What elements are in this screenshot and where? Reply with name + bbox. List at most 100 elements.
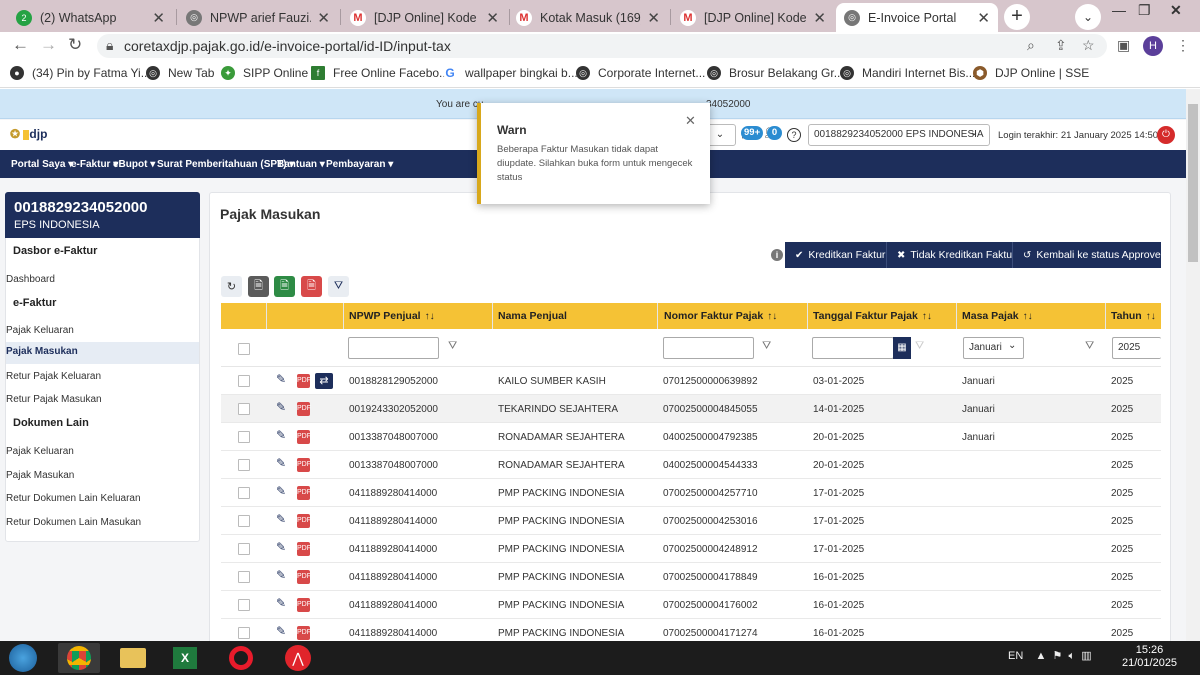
row-checkbox[interactable] (238, 487, 250, 499)
sidebar-item-retur-pajak-masukan[interactable]: Retur Pajak Masukan (6, 391, 199, 408)
sidebar-item-retur-dok-masukan[interactable]: Retur Dokumen Lain Masukan (6, 514, 199, 531)
tahun-filter-input[interactable]: 2025 (1112, 337, 1161, 359)
info-icon[interactable]: i (771, 249, 783, 261)
row-checkbox[interactable] (238, 599, 250, 611)
close-icon[interactable]: ✕ (152, 9, 165, 27)
clear-filter-icon[interactable]: ⛛ (328, 276, 349, 297)
kembali-approved-button[interactable]: ↺ Kembali ke status Approved (1012, 242, 1167, 268)
language-indicator[interactable]: EN (1008, 650, 1023, 662)
sidebar-item-retur-dok-keluaran[interactable]: Retur Dokumen Lain Keluaran (6, 490, 199, 507)
sort-icon[interactable]: ↑↓ (767, 311, 777, 322)
taskbar-app[interactable]: ⋀ (280, 643, 316, 673)
excel-export-icon[interactable]: 🗎︎ (274, 276, 295, 297)
select-all-checkbox[interactable] (238, 343, 250, 355)
nomor-filter-input[interactable] (663, 337, 754, 359)
nav-ebupot[interactable]: eBupot ▾ (113, 159, 155, 170)
column-header-tahun[interactable]: Tahun ↑↓ (1111, 310, 1156, 322)
document-icon[interactable]: 🗎︎ (248, 276, 269, 297)
column-header-npwp[interactable]: NPWP Penjual ↑↓ (349, 310, 435, 322)
sort-icon[interactable]: ↑↓ (1023, 311, 1033, 322)
nav-bantuan[interactable]: Bantuan ▾ (277, 159, 325, 170)
forward-arrow-icon[interactable]: → (40, 35, 57, 55)
filter-icon[interactable]: ⛛ (915, 340, 924, 353)
tab-e-invoice-portal[interactable]: ◎ E-Invoice Portal ✕ (836, 3, 998, 32)
row-checkbox[interactable] (238, 627, 250, 639)
edit-pencil-icon[interactable]: ✎ (276, 400, 286, 414)
tab-npwp-pdf[interactable]: ◎ NPWP arief Fauzi.pdf ✕ (178, 3, 338, 32)
sidebar-item-dashboard[interactable]: Dashboard (6, 271, 199, 288)
restore-icon[interactable]: ❐ (1138, 2, 1151, 19)
logout-icon[interactable]: ⏻ (1157, 126, 1175, 144)
minimize-icon[interactable]: — (1112, 2, 1126, 18)
pdf-icon[interactable]: PDF (297, 402, 311, 416)
row-checkbox[interactable] (238, 571, 250, 583)
tab-kotak-masuk[interactable]: M Kotak Masuk (169) - hel ✕ (508, 3, 668, 32)
npwp-filter-input[interactable] (348, 337, 439, 359)
bookmark-item[interactable]: ◎ New Tab (146, 66, 214, 80)
notification-badge-secondary[interactable]: 0 (767, 126, 782, 140)
column-header-tanggal[interactable]: Tanggal Faktur Pajak ↑↓ (813, 310, 932, 322)
row-checkbox[interactable] (238, 403, 250, 415)
pdf-icon[interactable]: PDF (297, 374, 311, 388)
edit-pencil-icon[interactable]: ✎ (276, 428, 286, 442)
pdf-icon[interactable]: PDF (297, 570, 311, 584)
pdf-icon[interactable]: PDF (297, 542, 311, 556)
chevron-down-icon[interactable]: ⌄ (1008, 340, 1016, 351)
nav-pembayaran[interactable]: Pembayaran ▾ (326, 159, 393, 170)
filter-icon[interactable]: ⛛ (448, 340, 457, 353)
start-button[interactable] (4, 643, 42, 673)
back-arrow-icon[interactable]: ← (12, 35, 29, 55)
close-icon[interactable]: ✕ (317, 9, 330, 27)
reload-icon[interactable]: ↻ (68, 35, 82, 55)
nav-e-faktur[interactable]: e-Faktur ▾ (71, 159, 118, 170)
bookmark-item[interactable]: ◎ Mandiri Internet Bis... (840, 66, 975, 80)
volume-icon[interactable]: 🔈︎ (1069, 650, 1076, 662)
sidebar-item-retur-pajak-keluaran[interactable]: Retur Pajak Keluaran (6, 368, 199, 385)
bookmark-item[interactable]: Gwallpaper bingkai b... (443, 66, 578, 80)
sort-icon[interactable]: ↑↓ (922, 311, 932, 322)
tidak-kreditkan-faktur-button[interactable]: ✖ Tidak Kreditkan Faktur (886, 242, 1016, 268)
column-header-nomor[interactable]: Nomor Faktur Pajak ↑↓ (664, 310, 777, 322)
nav-spt[interactable]: Surat Pemberitahuan (SPT) ▾ (157, 159, 294, 170)
new-tab-button[interactable]: + (1004, 4, 1030, 30)
calendar-icon[interactable]: ▦ (893, 337, 911, 359)
chevron-down-icon[interactable]: ⌄ (970, 127, 978, 138)
network-icon[interactable]: ▥ (1081, 650, 1091, 662)
swap-icon[interactable]: ⇄ (315, 373, 333, 389)
row-checkbox[interactable] (238, 459, 250, 471)
edit-pencil-icon[interactable]: ✎ (276, 540, 286, 554)
edit-pencil-icon[interactable]: ✎ (276, 568, 286, 582)
close-icon[interactable]: ✕ (977, 9, 990, 27)
taskbar-opera[interactable] (223, 643, 259, 673)
window-close-icon[interactable]: ✕ (1170, 2, 1182, 19)
bookmark-item[interactable]: ⬢ DJP Online | SSE (973, 66, 1089, 80)
row-checkbox[interactable] (238, 515, 250, 527)
account-select[interactable]: 0018829234052000 EPS INDONESIA (808, 124, 990, 146)
bookmark-item[interactable]: f Free Online Facebo... (311, 66, 449, 80)
close-icon[interactable]: ✕ (486, 9, 499, 27)
profile-avatar[interactable]: H (1143, 36, 1163, 56)
bookmark-item[interactable]: ◎ Corporate Internet... (576, 66, 705, 80)
bookmark-item[interactable]: ✦ SIPP Online (221, 66, 308, 80)
sidebar-toggle-icon[interactable]: ▣ (1117, 37, 1130, 54)
edit-pencil-icon[interactable]: ✎ (276, 512, 286, 526)
close-icon[interactable]: ✕ (647, 9, 660, 27)
pdf-icon[interactable]: PDF (297, 514, 311, 528)
row-checkbox[interactable] (238, 375, 250, 387)
system-tray[interactable]: EN ▲ ⚑ 🔈︎ ▥ (1008, 649, 1092, 663)
pdf-icon[interactable]: PDF (297, 626, 311, 640)
edit-pencil-icon[interactable]: ✎ (276, 456, 286, 470)
flag-icon[interactable]: ⚑ (1053, 650, 1063, 662)
pdf-icon[interactable]: PDF (297, 486, 311, 500)
lock-icon[interactable]: 🔒︎ (106, 37, 113, 54)
edit-pencil-icon[interactable]: ✎ (276, 624, 286, 638)
bookmark-item[interactable]: ● (34) Pin by Fatma Yi... (10, 66, 151, 80)
tab-search-chevron-icon[interactable]: ⌄ (1075, 4, 1101, 30)
tab-djp-kode-1[interactable]: M [DJP Online] Kode Verifi ✕ (342, 3, 507, 32)
close-icon[interactable]: ✕ (813, 9, 826, 27)
help-icon[interactable]: ? (787, 128, 801, 142)
tanggal-filter-input[interactable] (812, 337, 894, 359)
filter-icon[interactable]: ⛛ (762, 340, 771, 353)
show-hidden-icon[interactable]: ▲ (1036, 650, 1047, 662)
djp-logo[interactable]: ✪ djp (10, 127, 47, 141)
